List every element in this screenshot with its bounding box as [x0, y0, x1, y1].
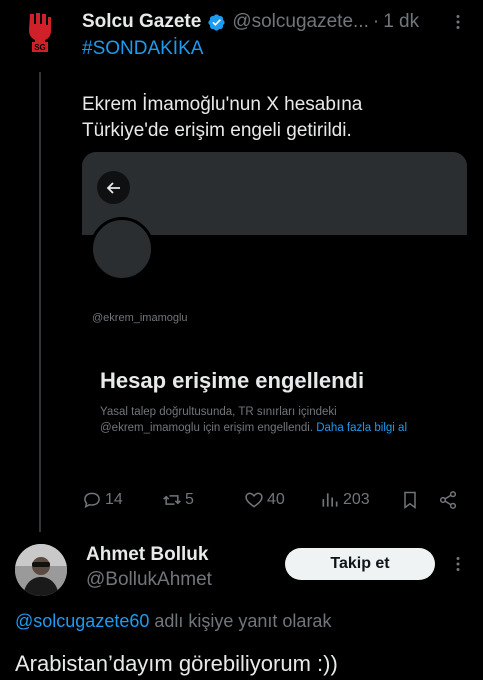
like-button[interactable]: 40 [244, 490, 285, 510]
sg-logo-icon: SG [29, 13, 51, 52]
more-icon[interactable] [450, 556, 466, 572]
embedded-image[interactable]: @ekrem_imamoglu Hesap erişime engellendi… [82, 152, 467, 472]
repost-count: 5 [185, 491, 194, 508]
blocked-desc-line1: Yasal talep doğrultusunda, TR sınırları … [100, 406, 337, 418]
follow-button[interactable]: Takip et [285, 548, 435, 580]
share-icon [439, 491, 457, 509]
sg-logo-text: SG [34, 43, 46, 52]
views-icon [322, 493, 338, 507]
back-arrow-icon [97, 171, 130, 204]
bookmark-button[interactable] [400, 490, 423, 510]
share-button[interactable] [438, 490, 461, 510]
reply-author-handle[interactable]: @BollukAhmet [86, 569, 212, 591]
verified-badge-icon [207, 13, 226, 32]
repost-icon [163, 495, 181, 505]
tweet-text-line1: Ekrem İmamoğlu'nun X hesabına [82, 94, 363, 115]
thread-line [39, 72, 41, 532]
tweet-text: Ekrem İmamoğlu'nun X hesabına Türkiye'de… [82, 92, 462, 144]
ahmet-bolluk-avatar[interactable] [15, 544, 67, 596]
views-button[interactable]: 203 [320, 490, 370, 510]
solcu-gazete-avatar[interactable]: SG [19, 10, 61, 52]
learn-more-link: Daha fazla bilgi al [316, 422, 407, 434]
blocked-desc-line2: @ekrem_imamoglu için erişim engellendi. … [100, 420, 460, 436]
reply-icon [84, 492, 100, 509]
separator-dot: · [372, 11, 380, 32]
reply-button[interactable]: 14 [82, 490, 123, 510]
replying-to-handle[interactable]: @solcugazete60 [15, 611, 149, 631]
like-icon [245, 492, 263, 508]
blocked-desc-line2-text: @ekrem_imamoglu için erişim engellendi. [100, 422, 314, 434]
tweet-time[interactable]: 1 dk [383, 11, 419, 33]
replying-to-suffix: adlı kişiye yanıt olarak [149, 611, 332, 631]
tweet-header: Solcu Gazete @solcugazete... · 1 dk [82, 10, 419, 34]
blocked-handle: @ekrem_imamoglu [92, 312, 188, 324]
tweet-text-line2: Türkiye'de erişim engeli getirildi. [82, 120, 352, 141]
blocked-title: Hesap erişime engellendi [100, 368, 365, 393]
views-count: 203 [343, 491, 370, 508]
repost-button[interactable]: 5 [162, 490, 194, 510]
author-handle[interactable]: @solcugazete... [232, 11, 369, 33]
hashtag-link[interactable]: #SONDAKİKA [82, 38, 203, 60]
blocked-description: Yasal talep doğrultusunda, TR sınırları … [100, 404, 460, 436]
replying-to: @solcugazete60 adlı kişiye yanıt olarak [15, 611, 331, 632]
more-icon[interactable] [450, 14, 466, 30]
reply-text: Arabistan’dayım görebiliyorum :)) [15, 651, 338, 676]
bookmark-icon [404, 491, 416, 509]
profile-picture-placeholder [90, 217, 154, 281]
reply-author-name[interactable]: Ahmet Bolluk [86, 544, 208, 566]
like-count: 40 [267, 491, 285, 508]
author-name[interactable]: Solcu Gazete [82, 11, 201, 33]
action-bar: 14 5 40 203 [82, 490, 467, 514]
reply-count: 14 [105, 491, 123, 508]
